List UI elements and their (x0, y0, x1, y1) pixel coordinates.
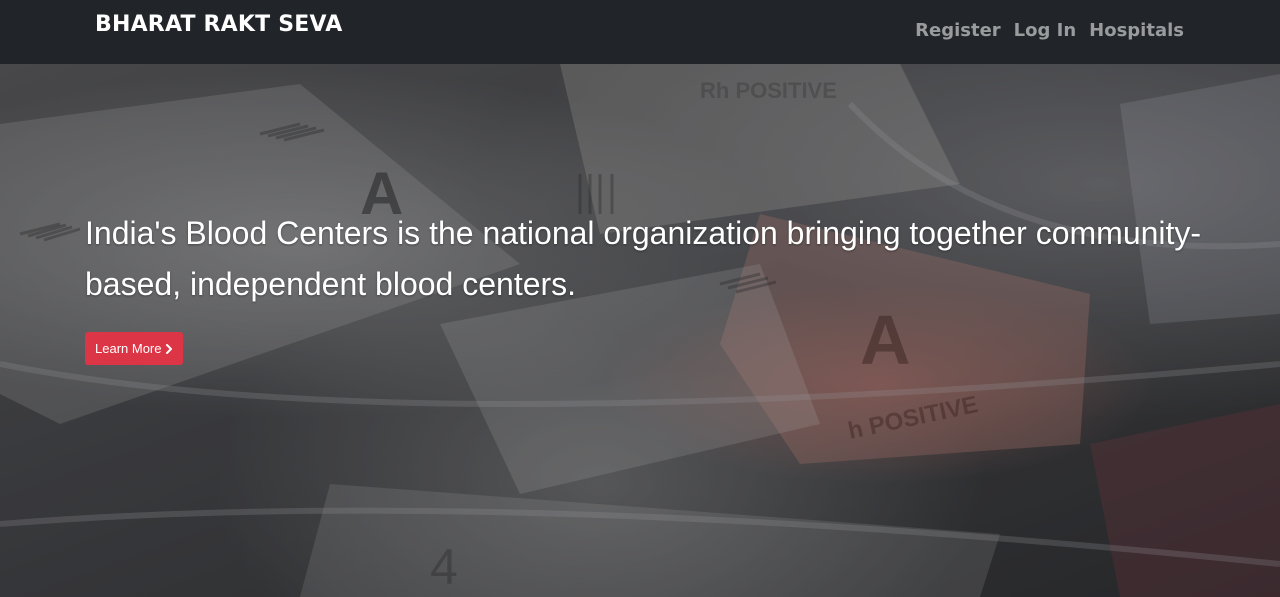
hero-overlay (0, 64, 1280, 597)
nav-hospitals-link[interactable]: Hospitals (1089, 18, 1184, 44)
nav-register-link[interactable]: Register (915, 18, 1001, 44)
hero-section: Rh POSITIVE A A h POSITIVE 4 India's Blo… (0, 64, 1280, 597)
brand-logo-link[interactable]: BHARAT RAKT SEVA (95, 10, 342, 40)
nav-login-link[interactable]: Log In (1014, 18, 1077, 44)
navbar: BHARAT RAKT SEVA Register Log In Hospita… (0, 0, 1280, 64)
learn-more-label: Learn More (95, 341, 162, 356)
chevron-right-icon (166, 343, 173, 354)
hero-headline: India's Blood Centers is the national or… (85, 215, 1202, 302)
learn-more-button[interactable]: Learn More (85, 332, 184, 365)
nav-links: Register Log In Hospitals (915, 18, 1184, 44)
